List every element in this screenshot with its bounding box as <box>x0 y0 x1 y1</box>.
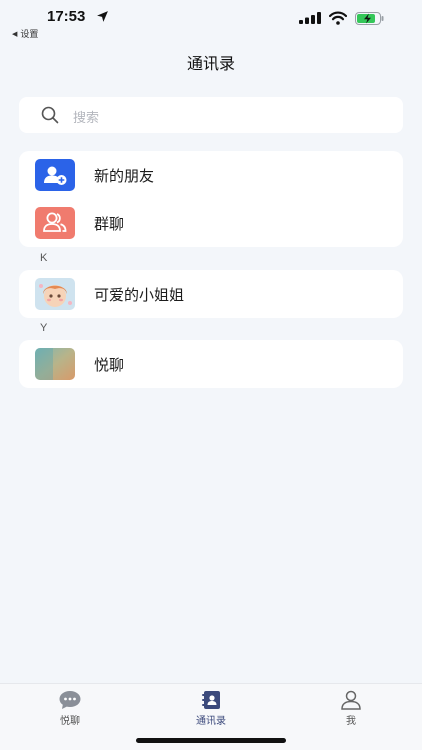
wifi-icon <box>329 11 347 25</box>
search-icon <box>41 106 59 124</box>
cellular-signal-icon <box>299 12 321 24</box>
section-y-card: 悦聊 <box>19 340 403 388</box>
home-indicator <box>136 738 286 743</box>
tab-me-label: 我 <box>346 716 356 727</box>
chat-bubble-icon <box>59 691 81 709</box>
person-icon <box>341 690 361 710</box>
status-bar: 17:53 ◀ 设置 <box>0 0 422 40</box>
contacts-book-icon <box>202 691 220 709</box>
contact-name: 可爱的小姐姐 <box>94 286 185 304</box>
contacts-screen: 17:53 ◀ 设置 通讯录 搜索 新的朋友 群聊 K 可爱的小姐姐 Y 悦聊 … <box>0 0 422 750</box>
search-input[interactable]: 搜索 <box>19 97 403 133</box>
new-friends-label: 新的朋友 <box>94 167 155 185</box>
tab-chats-label: 悦聊 <box>60 716 80 727</box>
back-to-settings-link[interactable]: ◀ 设置 <box>12 27 39 41</box>
page-title: 通讯录 <box>186 54 235 73</box>
location-arrow-icon <box>97 11 108 22</box>
section-index-k: K <box>40 252 48 264</box>
battery-charging-icon <box>355 12 384 25</box>
section-k-card: 可爱的小姐姐 <box>19 270 403 318</box>
back-label: 设置 <box>20 30 39 40</box>
contact-avatar <box>35 278 75 310</box>
section-index-y: Y <box>40 322 48 334</box>
status-time: 17:53 <box>47 8 86 25</box>
group-chat-icon <box>35 207 75 239</box>
tab-contacts[interactable]: 通讯录 <box>171 690 251 734</box>
functions-card: 新的朋友 群聊 <box>19 151 403 247</box>
contact-item[interactable]: 可爱的小姐姐 <box>19 270 403 318</box>
group-chat-label: 群聊 <box>94 215 125 233</box>
group-chat-item[interactable]: 群聊 <box>19 199 403 247</box>
back-triangle-icon: ◀ <box>12 29 18 38</box>
tab-me[interactable]: 我 <box>311 690 391 734</box>
contact-name: 悦聊 <box>94 356 125 374</box>
tab-chats[interactable]: 悦聊 <box>30 690 110 734</box>
search-placeholder: 搜索 <box>73 111 100 126</box>
add-friend-icon <box>35 159 75 191</box>
tab-contacts-label: 通讯录 <box>196 716 226 727</box>
contact-item[interactable]: 悦聊 <box>19 340 403 388</box>
contact-avatar <box>35 348 75 380</box>
new-friends-item[interactable]: 新的朋友 <box>19 151 403 199</box>
